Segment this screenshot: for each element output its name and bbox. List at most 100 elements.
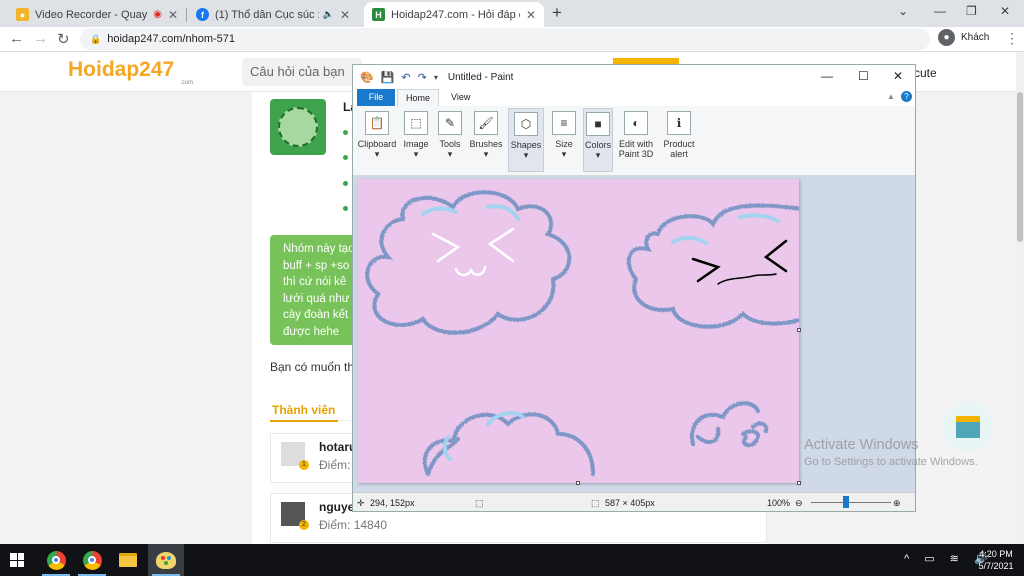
description-line: thì cứ nói kê	[283, 276, 347, 288]
tab-file[interactable]: File	[357, 89, 395, 106]
zoom-in-icon[interactable]: ⊕	[893, 498, 901, 509]
canvas-area	[353, 176, 915, 492]
ribbon-group-size[interactable]: ≡ Size ▾	[549, 108, 579, 172]
paint3d-icon: ◐	[624, 111, 648, 135]
paint-maximize-button[interactable]: ☐	[858, 69, 869, 83]
taskbar-clock[interactable]: 4:20 PM 5/7/2021	[972, 548, 1020, 572]
ribbon-label-sub: ▾	[374, 149, 380, 159]
user-name[interactable]: cute	[914, 66, 937, 80]
zoom-slider-track[interactable]	[811, 502, 891, 503]
tab-facebook[interactable]: f (1) Thổ dân Cục súc : Tìm bạn 🔈 ✕	[188, 2, 358, 27]
cloud-1-outline	[365, 190, 572, 335]
colors-icon: ■	[586, 112, 610, 136]
windows-taskbar: ^ ▭ ≋ 🔊 4:20 PM 5/7/2021	[0, 544, 1024, 576]
close-icon[interactable]: ✕	[168, 8, 178, 22]
taskbar-chrome-1[interactable]	[38, 544, 74, 576]
zoom-slider-thumb[interactable]	[843, 496, 849, 508]
avatar-icon: ●	[938, 29, 955, 46]
ribbon-label: Tools	[439, 139, 461, 149]
member-name[interactable]: hotaru	[319, 440, 356, 454]
size-icon: ≡	[552, 111, 576, 135]
paint-close-button[interactable]: ✕	[893, 69, 903, 83]
clipboard-icon: 📋	[365, 111, 389, 135]
ribbon-label-sub: ▾	[523, 150, 529, 160]
ribbon-label-sub: ▾	[447, 149, 453, 159]
site-logo[interactable]: Hoidap247 .com	[68, 58, 193, 86]
ribbon-group-colors[interactable]: ■ Colors ▾	[583, 108, 613, 172]
taskbar-file-explorer[interactable]	[110, 544, 146, 576]
description-line: lưới quá như	[283, 292, 350, 305]
tab-home[interactable]: Home	[397, 89, 440, 106]
customize-quick-access-icon[interactable]: ▾	[434, 73, 438, 82]
video-recorder-icon: ●	[16, 8, 29, 21]
ribbon: 📋 Clipboard ▾ ⬚ Image ▾ ✎ Tools ▾ 🖌 Brushes ▾ ⬡ Shape…	[353, 106, 915, 176]
speaker-mute-icon[interactable]: 🔈	[323, 9, 334, 20]
paint-palette-icon	[156, 551, 176, 569]
back-icon[interactable]: ←	[9, 30, 24, 47]
paint-window: 🎨 💾 ↶ ↷ ▾ Untitled - Paint — ☐ ✕ File Ho…	[352, 64, 916, 512]
hoidap247-icon: H	[372, 8, 385, 21]
zoom-out-icon[interactable]: ⊖	[795, 498, 803, 509]
resize-handle[interactable]	[797, 328, 801, 332]
ribbon-group-image[interactable]: ⬚ Image ▾	[401, 108, 431, 172]
cloud-3-outline	[422, 412, 595, 476]
ribbon-label: Edit with	[618, 139, 653, 149]
tab-video-recorder[interactable]: ● Video Recorder - Quay Video ◉ ✕	[8, 2, 186, 27]
drawing-canvas[interactable]	[358, 179, 805, 485]
face-1	[431, 227, 515, 277]
scribble-outline	[690, 401, 769, 448]
redo-icon[interactable]: ↷	[418, 71, 427, 84]
shapes-icon: ⬡	[514, 112, 538, 136]
restore-button[interactable]: ❐	[966, 4, 977, 18]
resize-handle[interactable]	[797, 481, 801, 485]
close-icon[interactable]: ✕	[340, 8, 350, 22]
ribbon-label: Shapes	[510, 140, 542, 150]
lock-icon: 🔒	[90, 33, 102, 44]
new-tab-button[interactable]: +	[552, 3, 562, 23]
tab-hoidap247[interactable]: H Hoidap247.com - Hỏi đáp online ✕	[364, 2, 544, 27]
ribbon-group-clipboard[interactable]: 📋 Clipboard ▾	[356, 108, 398, 172]
taskbar-chrome-2[interactable]	[74, 544, 110, 576]
save-icon[interactable]: 💾	[381, 71, 395, 84]
site-search-input[interactable]: Câu hỏi của bạn	[242, 58, 362, 86]
selection-icon: ⬚	[475, 498, 484, 508]
paint-app-icon: 🎨	[360, 71, 374, 84]
address-bar[interactable]: 🔒 hoidap247.com/nhom-571	[80, 28, 930, 50]
tab-view[interactable]: View	[443, 89, 478, 106]
ribbon-group-edit-with[interactable]: ◐ Edit with Paint 3D	[615, 108, 657, 172]
logo-text: Hoidap247	[68, 58, 175, 81]
member-name[interactable]: nguye	[319, 500, 354, 514]
minimize-button[interactable]: —	[934, 4, 946, 18]
bullet	[343, 181, 348, 186]
account-button[interactable]: ● Khách	[938, 29, 989, 46]
ribbon-group-brushes[interactable]: 🖌 Brushes ▾	[467, 108, 505, 172]
tab-search-icon[interactable]: ⌄	[898, 4, 908, 18]
windows-start-icon[interactable]	[10, 553, 24, 567]
gift-icon[interactable]	[943, 402, 993, 452]
bullet	[343, 130, 348, 135]
chrome-icon	[46, 550, 66, 570]
resize-handle[interactable]	[576, 481, 580, 485]
collapse-ribbon-icon[interactable]: ▲	[887, 92, 895, 101]
ribbon-label-sub: ▾	[483, 149, 489, 159]
ribbon-group-product[interactable]: ℹ Product alert	[659, 108, 699, 172]
drawing-svg	[365, 190, 805, 476]
reload-icon[interactable]: ↻	[57, 30, 70, 48]
canvas-size-icon: ⬚	[591, 498, 600, 508]
menu-icon[interactable]: ⋮	[1005, 30, 1019, 47]
help-icon[interactable]: ?	[901, 91, 912, 102]
page-scrollbar[interactable]	[1016, 52, 1024, 544]
paint-minimize-button[interactable]: —	[821, 69, 833, 83]
ribbon-group-tools[interactable]: ✎ Tools ▾	[435, 108, 465, 172]
close-icon[interactable]: ✕	[526, 8, 536, 22]
logo-sub: .com	[180, 80, 194, 86]
close-window-button[interactable]: ✕	[1000, 4, 1010, 18]
paint-statusbar: ✛ 294, 152px ⬚ ⬚ 587 × 405px 100% ⊖ ⊕	[353, 492, 915, 511]
ribbon-group-shapes[interactable]: ⬡ Shapes ▾	[508, 108, 544, 172]
members-heading[interactable]: Thành viên	[272, 403, 335, 417]
ribbon-label-sub: ▾	[413, 149, 419, 159]
tab-separator	[186, 8, 187, 22]
forward-icon[interactable]: →	[33, 30, 48, 47]
taskbar-paint[interactable]	[148, 544, 184, 576]
undo-icon[interactable]: ↶	[401, 71, 410, 84]
